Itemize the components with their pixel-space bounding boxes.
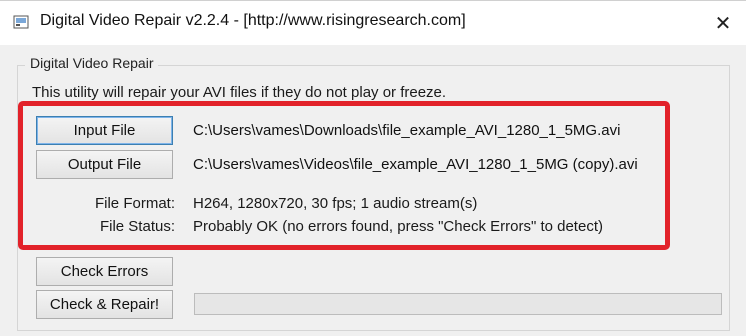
file-status-value: Probably OK (no errors found, press "Che… bbox=[193, 218, 603, 235]
check-errors-button[interactable]: Check Errors bbox=[36, 257, 173, 286]
input-file-path: C:\Users\vames\Downloads\file_example_AV… bbox=[193, 122, 621, 139]
file-status-label: File Status: bbox=[99, 218, 175, 235]
groupbox-label: Digital Video Repair bbox=[25, 55, 159, 71]
output-file-path: C:\Users\vames\Videos\file_example_AVI_1… bbox=[193, 156, 638, 173]
title-bar: Digital Video Repair v2.2.4 - [http://ww… bbox=[0, 1, 746, 45]
repair-progress-bar bbox=[194, 293, 722, 315]
input-file-button[interactable]: Input File bbox=[36, 116, 173, 145]
check-repair-button[interactable]: Check & Repair! bbox=[36, 290, 173, 319]
utility-description: This utility will repair your AVI files … bbox=[32, 84, 447, 101]
close-icon[interactable]: ✕ bbox=[700, 1, 746, 45]
output-file-button[interactable]: Output File bbox=[36, 150, 173, 179]
window-title: Digital Video Repair v2.2.4 - [http://ww… bbox=[40, 12, 466, 29]
file-format-value: H264, 1280x720, 30 fps; 1 audio stream(s… bbox=[193, 195, 478, 212]
app-icon bbox=[13, 15, 29, 29]
file-format-label: File Format: bbox=[94, 195, 175, 212]
app-window: Digital Video Repair v2.2.4 - [http://ww… bbox=[0, 0, 746, 336]
